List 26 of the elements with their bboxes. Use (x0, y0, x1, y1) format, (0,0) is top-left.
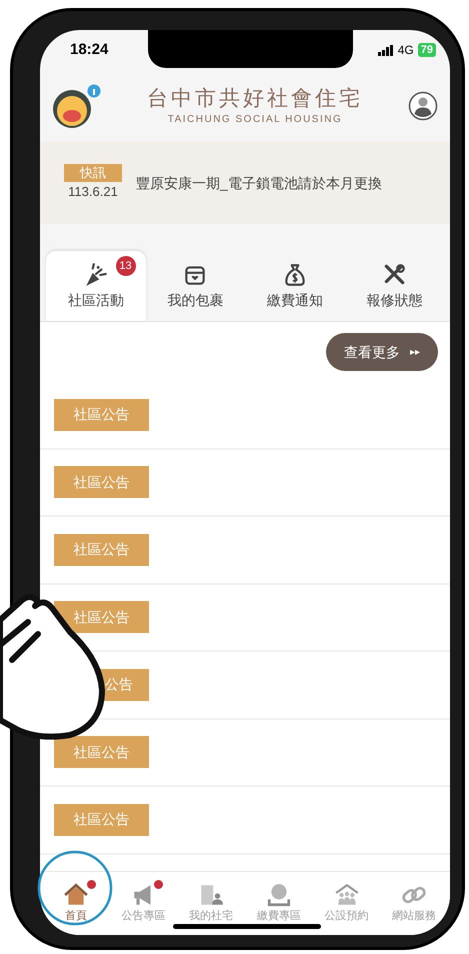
coin-icon (266, 882, 292, 908)
profile-icon[interactable] (408, 91, 438, 121)
announcement-tag: 社區公告 (54, 466, 149, 498)
news-date: 113.6.21 (68, 183, 118, 202)
announcement-tag: 社區公告 (54, 601, 149, 634)
tab[interactable]: 我的包裹 (146, 251, 245, 321)
news-text[interactable]: 豐原安康一期_電子鎖電池請於本月更換 (136, 172, 382, 194)
network-type: 4G (398, 42, 414, 59)
battery-level: 79 (418, 43, 436, 57)
home-icon (62, 882, 89, 908)
status-time: 18:24 (70, 40, 108, 60)
tab[interactable]: 社區活動 13 (46, 251, 146, 321)
mascot-avatar-icon[interactable] (52, 83, 102, 129)
app-subtitle: TAICHUNG SOCIAL HOUSING (168, 112, 342, 126)
signal-icon (378, 44, 394, 56)
app-title: 台中市共好社會住宅 (147, 86, 363, 112)
news-tag: 快訊 (64, 164, 122, 182)
count-badge: 13 (116, 256, 136, 276)
announcement-tag: 社區公告 (54, 398, 149, 431)
tab[interactable]: 繳費通知 (245, 251, 344, 321)
tab[interactable]: 報修狀態 (344, 251, 444, 321)
announcement-tag: 社區公告 (54, 534, 149, 566)
people-house-icon (334, 882, 360, 908)
announcement-tag: 社區公告 (54, 736, 149, 768)
see-more-button[interactable]: 查看更多 ▸▸ (326, 333, 438, 371)
announcement-tag: 社區公告 (54, 804, 149, 836)
